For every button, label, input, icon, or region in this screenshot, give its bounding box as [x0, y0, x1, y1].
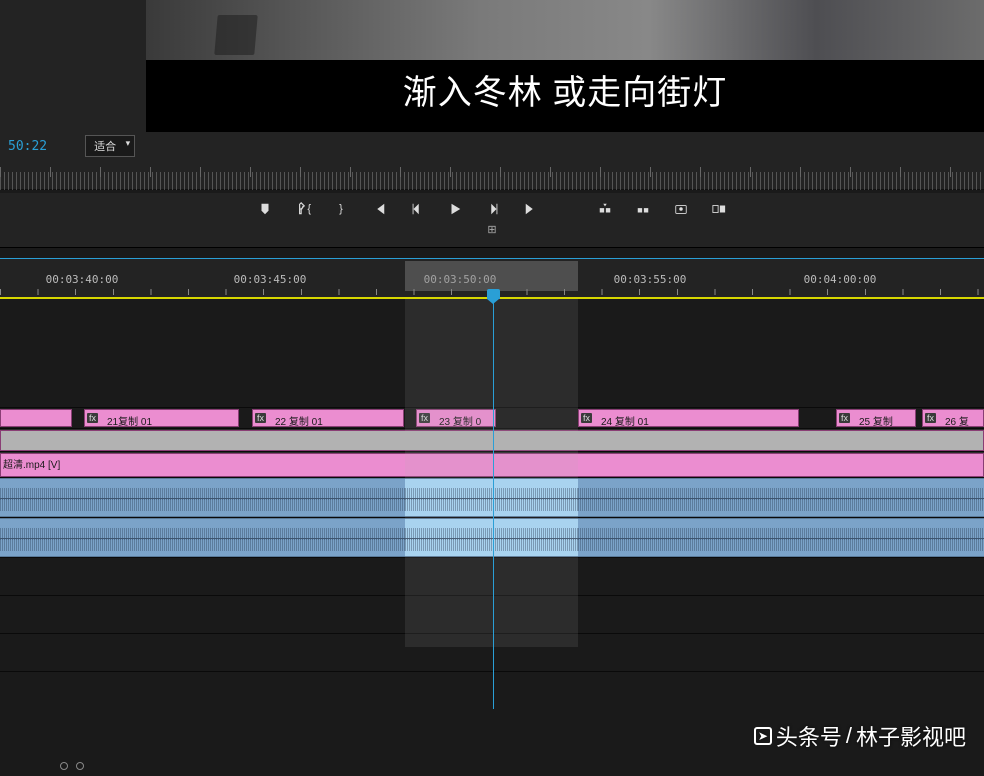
video-track-3[interactable]: fx21复制 01fx22 复制 01fx23 复制 0fx24 复制 01fx…	[0, 407, 984, 428]
audio-clip-2c[interactable]	[578, 518, 984, 557]
audio-track-2[interactable]	[0, 517, 984, 557]
subtitle-clip[interactable]: fx 21复制 01	[84, 409, 239, 427]
preview-left-panel	[0, 0, 146, 132]
subtitle-clip[interactable]: fx 22 复制 01	[252, 409, 404, 427]
subtitle-clip[interactable]: fx 24 复制 01	[578, 409, 799, 427]
fx-badge: fx	[839, 413, 850, 423]
program-monitor: 渐入冬林 或走向街灯	[146, 0, 984, 132]
fx-badge: fx	[255, 413, 266, 423]
frame-bar[interactable]	[0, 160, 984, 190]
time-ruler[interactable]: 00:03:40:0000:03:45:0000:03:50:0000:03:5…	[0, 261, 984, 299]
clip-label: 25 复制	[859, 413, 893, 428]
go-to-in-icon[interactable]	[371, 201, 387, 217]
video-track-2[interactable]	[0, 428, 984, 451]
clip-v1-main[interactable]: 超清.mp4 [V]	[0, 453, 984, 477]
marker-icon[interactable]	[257, 201, 273, 217]
zoom-handle-left[interactable]	[60, 762, 68, 770]
ruler-mark: 00:04:00:00	[804, 273, 877, 286]
timeline-scrollbar[interactable]	[0, 759, 984, 773]
subtitle-clip[interactable]: fx 23 复制 0	[416, 409, 496, 427]
watermark-sep: /	[846, 723, 852, 749]
watermark-name: 林子影视吧	[856, 720, 966, 752]
export-frame-icon[interactable]	[673, 201, 689, 217]
fx-badge: fx	[581, 413, 592, 423]
clip-label: 23 复制 0	[439, 413, 481, 428]
step-back-icon[interactable]	[409, 201, 425, 217]
audio-clip-1c[interactable]	[578, 478, 984, 517]
timeline-panel: 00:03:40:0000:03:45:0000:03:50:0000:03:5…	[0, 261, 984, 776]
clip-label: 26 复	[945, 413, 969, 428]
clip-v2-full[interactable]	[0, 430, 984, 451]
extract-icon[interactable]	[635, 201, 651, 217]
step-forward-icon[interactable]	[485, 201, 501, 217]
ruler-mark: 00:03:40:00	[46, 273, 119, 286]
play-icon[interactable]	[447, 201, 463, 217]
watermark: ➤ 头条号 / 林子影视吧	[754, 720, 966, 752]
playhead-handle[interactable]	[487, 289, 500, 299]
audio-track-4[interactable]	[0, 595, 984, 633]
lift-icon[interactable]	[597, 201, 613, 217]
fx-badge: fx	[419, 413, 430, 423]
audio-clip-2b[interactable]	[405, 518, 578, 557]
preview-toolbar: 50:22 适合	[0, 132, 984, 160]
subtitle-clip[interactable]: fx 25 复制	[836, 409, 916, 427]
video-subtitle: 渐入冬林 或走向街灯	[146, 65, 984, 114]
clip-stub[interactable]	[0, 409, 72, 427]
track-spacer	[0, 299, 984, 407]
fx-badge: fx	[87, 413, 98, 423]
watermark-prefix: 头条号	[776, 720, 842, 752]
clip-label: 21复制 01	[107, 413, 152, 428]
subtitle-clip[interactable]: fx 26 复	[922, 409, 984, 427]
fx-badge: fx	[925, 413, 936, 423]
zoom-fit-dropdown[interactable]: 适合	[85, 135, 135, 157]
comparison-view-icon[interactable]	[711, 201, 727, 217]
track-empty-2[interactable]	[0, 671, 984, 709]
zoom-fit-label: 适合	[94, 141, 116, 153]
go-to-out-icon[interactable]	[523, 201, 539, 217]
transport-secondary[interactable]: ⊞	[0, 217, 984, 236]
out-point-icon[interactable]: }	[333, 201, 349, 217]
clip-label: 22 复制 01	[275, 413, 323, 428]
audio-clip-1a[interactable]	[0, 478, 405, 517]
clip-label: 超清.mp4 [V]	[1, 455, 62, 472]
video-frame	[146, 0, 984, 60]
clip-label: 24 复制 01	[601, 413, 649, 428]
audio-track-3[interactable]	[0, 557, 984, 595]
timecode-display[interactable]: 50:22	[8, 139, 47, 154]
zoom-handle-right[interactable]	[76, 762, 84, 770]
frame-ticks	[0, 172, 984, 190]
ruler-mark: 00:03:45:00	[234, 273, 307, 286]
in-point-icon[interactable]: {	[295, 201, 311, 217]
audio-track-1[interactable]	[0, 477, 984, 517]
watermark-icon: ➤	[754, 727, 772, 745]
audio-clip-1b[interactable]	[405, 478, 578, 517]
work-area-bar[interactable]	[405, 261, 578, 291]
track-empty-1[interactable]	[0, 633, 984, 671]
ruler-mark: 00:03:55:00	[614, 273, 687, 286]
video-track-1[interactable]: 超清.mp4 [V]	[0, 451, 984, 477]
audio-clip-2a[interactable]	[0, 518, 405, 557]
transport-controls: { } ⊞	[0, 193, 984, 248]
